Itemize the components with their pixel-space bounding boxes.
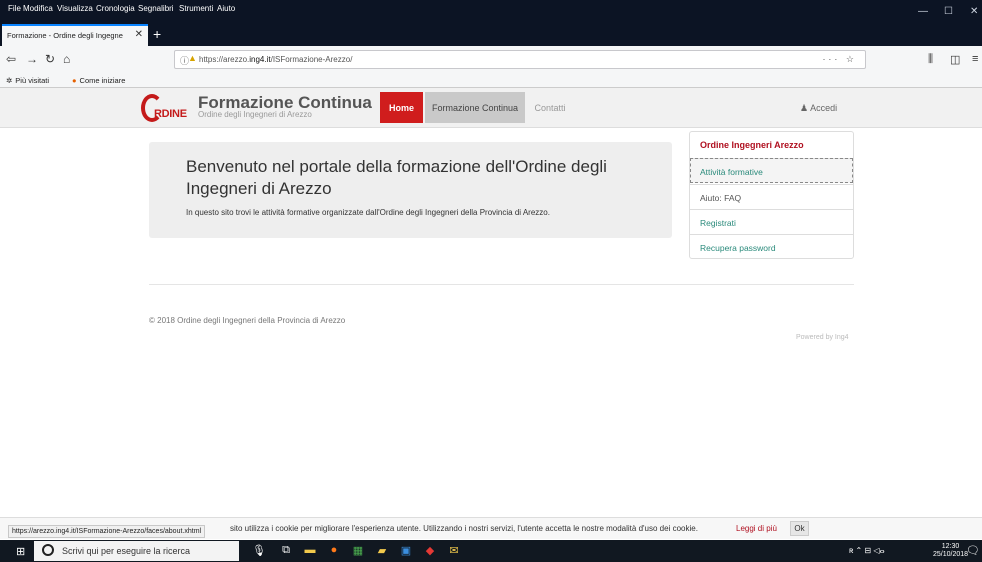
footer-divider <box>149 284 854 285</box>
ordine-logo[interactable]: RDINE <box>141 94 201 124</box>
menu-bar: File Modifica Visualizza Cronologia Segn… <box>0 0 982 24</box>
menu-cronologia[interactable]: Cronologia <box>96 4 135 13</box>
excel-icon[interactable]: ▦ <box>350 544 366 558</box>
nav-contatti[interactable]: Contatti <box>525 92 575 123</box>
cookie-text: sito utilizza i cookie per migliorare l'… <box>230 524 698 533</box>
logo-text: RDINE <box>154 108 187 120</box>
mail-icon[interactable]: ✉ <box>446 544 462 558</box>
menu-visualizza[interactable]: Visualizza <box>57 4 93 13</box>
bookmarks-bar: ✲ Più visitati ● Come iniziare <box>0 74 982 88</box>
welcome-panel: Benvenuto nel portale della formazione d… <box>149 142 672 238</box>
login-link[interactable]: ♟ Accedi <box>800 103 837 114</box>
sidebar-icon[interactable]: ◫ <box>950 53 960 66</box>
sidebar-item-attivita-formative[interactable]: Attività formative <box>690 158 853 183</box>
back-icon[interactable]: ⇦ <box>6 52 16 66</box>
folder-icon[interactable]: ▰ <box>374 544 390 558</box>
search-placeholder: Scrivi qui per eseguire la ricerca <box>62 546 191 556</box>
firefox-taskbar-icon[interactable]: ● <box>326 544 342 558</box>
login-label: Accedi <box>810 103 838 113</box>
task-view-icon[interactable]: ⧉ <box>278 544 294 558</box>
library-icon[interactable]: ⫼ <box>928 53 933 66</box>
bookmark-label: Come iniziare <box>79 76 126 85</box>
bookmark-come-iniziare[interactable]: ● Come iniziare <box>72 76 125 85</box>
url-path: /ISFormazione-Arezzo/ <box>270 55 353 64</box>
taskbar-clock[interactable]: 12:30 25/10/2018 <box>933 543 968 559</box>
gear-icon: ✲ <box>6 76 13 85</box>
tab-bar: Formazione - Ordine degli Ingegne ✕ + <box>0 24 982 46</box>
menu-strumenti[interactable]: Strumenti <box>179 4 213 13</box>
cortana-icon <box>42 544 54 556</box>
nav-bar: ⇦ → ↻ ⌂ ⓘ ▲ https://arezzo.ing4.it/ISFor… <box>0 46 982 74</box>
app-icon[interactable]: ▣ <box>398 544 414 558</box>
url-bar[interactable]: ⓘ ▲ https://arezzo.ing4.it/ISFormazione-… <box>174 50 866 69</box>
menu-aiuto[interactable]: Aiuto <box>217 4 235 13</box>
microphone-icon[interactable]: 🎙 <box>251 544 267 558</box>
url-domain: ing4.it <box>249 55 271 64</box>
minimize-icon[interactable]: — <box>918 6 928 17</box>
close-window-icon[interactable]: ✕ <box>970 6 978 17</box>
bookmark-label: Più visitati <box>15 76 50 85</box>
status-url-tooltip: https://arezzo.ing4.it/ISFormazione-Arez… <box>8 525 206 538</box>
bookmark-piu-visitati[interactable]: ✲ Più visitati <box>6 76 49 85</box>
nav-formazione-continua[interactable]: Formazione Continua <box>425 92 525 123</box>
welcome-title: Benvenuto nel portale della formazione d… <box>186 157 607 198</box>
nav-home[interactable]: Home <box>380 92 423 123</box>
menu-file[interactable]: File <box>8 4 21 13</box>
home-icon[interactable]: ⌂ <box>63 52 70 66</box>
sidebar-item-faq[interactable]: Aiuto: FAQ <box>690 184 853 209</box>
clock-date: 25/10/2018 <box>933 551 969 558</box>
maximize-icon[interactable]: ☐ <box>944 6 953 17</box>
forward-icon[interactable]: → <box>26 52 38 66</box>
acrobat-icon[interactable]: ◆ <box>422 544 438 558</box>
powered-by[interactable]: Powered by Ing4 <box>796 334 849 341</box>
sidebar-item-recupera-password[interactable]: Recupera password <box>690 234 853 259</box>
sidebar-header: Ordine Ingegneri Arezzo <box>700 140 804 150</box>
sidebar-menu: Ordine Ingegneri Arezzo Attività formati… <box>689 131 854 259</box>
file-explorer-icon[interactable]: ▬ <box>302 544 318 558</box>
site-header: RDINE Formazione Continua Ordine degli I… <box>0 88 982 128</box>
taskbar-search-box[interactable]: Scrivi qui per eseguire la ricerca <box>34 541 239 561</box>
sidebar-item-registrati[interactable]: Registrati <box>690 209 853 234</box>
tab-formazione[interactable]: Formazione - Ordine degli Ingegne ✕ <box>2 24 148 46</box>
user-icon: ♟ <box>800 103 811 113</box>
url-prefix: https://arezzo. <box>199 55 250 64</box>
system-tray-icons[interactable]: ʀ ⌃ ⊟ ◁ⴰ <box>849 546 885 555</box>
hamburger-menu-icon[interactable]: ≡ <box>972 53 978 65</box>
new-tab-icon[interactable]: + <box>153 26 161 42</box>
close-tab-icon[interactable]: ✕ <box>135 29 143 40</box>
cookie-read-more-link[interactable]: Leggi di più <box>736 524 777 533</box>
menu-modifica[interactable]: Modifica <box>23 4 53 13</box>
site-subtitle: Ordine degli Ingegneri di Arezzo <box>198 110 312 119</box>
windows-start-icon[interactable]: ⊞ <box>16 545 25 558</box>
firefox-icon: ● <box>72 76 77 85</box>
welcome-text: In questo sito trovi le attività formati… <box>186 208 550 217</box>
page-actions-icon[interactable]: ··· ☆ <box>822 54 857 65</box>
copyright: © 2018 Ordine degli Ingegneri della Prov… <box>149 316 346 325</box>
menu-segnalibri[interactable]: Segnalibri <box>138 4 174 13</box>
reload-icon[interactable]: ↻ <box>45 52 55 66</box>
tab-title: Formazione - Ordine degli Ingegne <box>7 31 123 40</box>
notification-icon[interactable]: 🗨 <box>966 544 980 557</box>
cookie-ok-button[interactable]: Ok <box>790 521 809 536</box>
clock-time: 12:30 <box>941 543 960 550</box>
windows-taskbar: ⊞ Scrivi qui per eseguire la ricerca 🎙 ⧉… <box>0 540 982 562</box>
lock-warning-icon[interactable]: ▲ <box>188 53 197 63</box>
